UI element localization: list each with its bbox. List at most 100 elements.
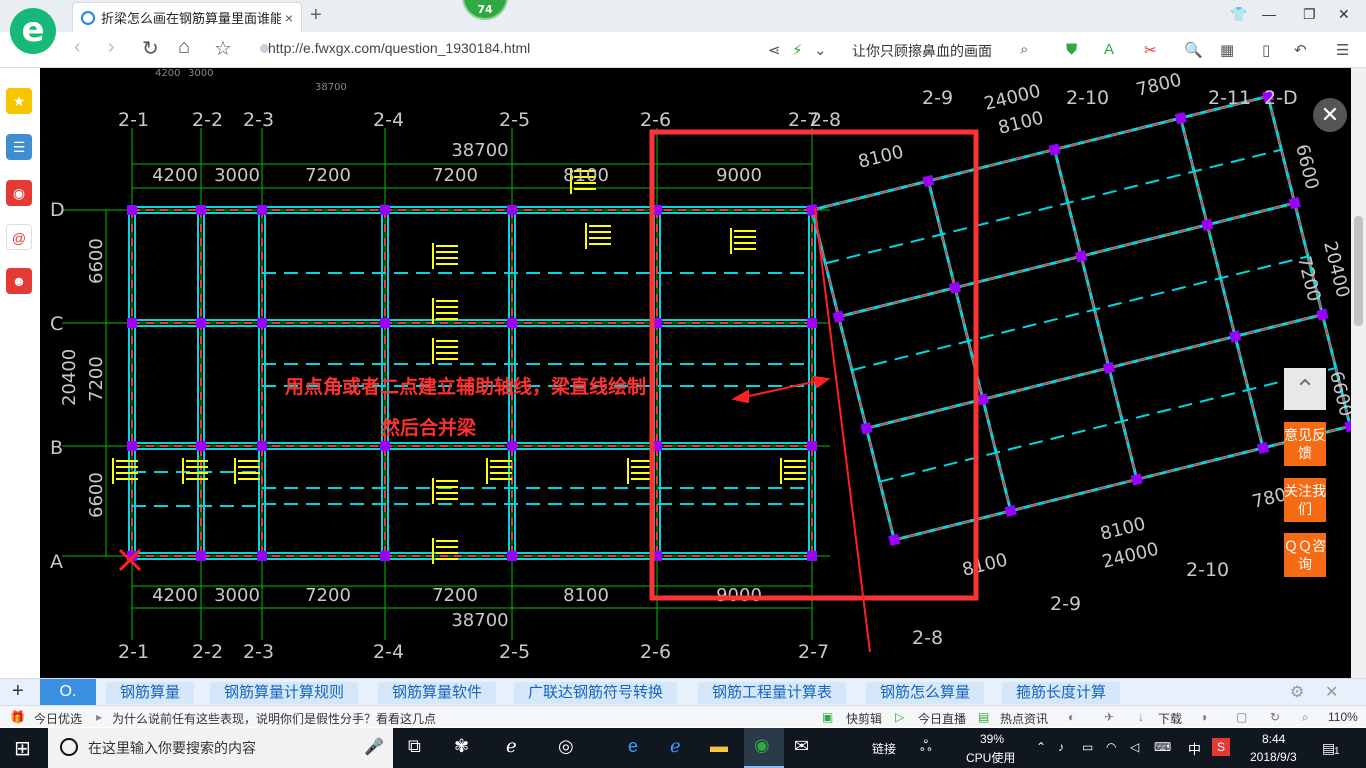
tray-expand-icon[interactable]: ⌃ bbox=[1036, 740, 1046, 754]
volume-icon[interactable]: ◁ bbox=[1130, 740, 1139, 754]
rebar-note bbox=[490, 478, 512, 480]
scroll-thumb[interactable] bbox=[1354, 216, 1363, 326]
page-scrollbar[interactable] bbox=[1351, 68, 1366, 678]
rebar-note bbox=[436, 245, 458, 247]
close-window-icon[interactable]: ✕ bbox=[1338, 6, 1350, 23]
battery-icon[interactable]: ▭ bbox=[1082, 740, 1093, 754]
taskbar-search-box[interactable]: 在这里输入你要搜索的内容 🎤 bbox=[48, 728, 393, 768]
news-item[interactable]: 快剪辑 bbox=[846, 710, 882, 727]
email-icon[interactable]: @ bbox=[6, 224, 32, 250]
favorite-star-icon[interactable]: ☆ bbox=[214, 36, 232, 61]
follow-us-button[interactable]: 关注我们 bbox=[1284, 478, 1326, 522]
add-icon[interactable]: + bbox=[12, 680, 24, 703]
windows-start-icon[interactable]: ⊞ bbox=[14, 736, 31, 761]
active-browser-task[interactable]: ◉ bbox=[744, 728, 784, 768]
edge-icon[interactable]: e bbox=[628, 736, 638, 757]
apps-grid-icon[interactable]: ▦ bbox=[1220, 41, 1234, 59]
tag-link[interactable]: 箍筋长度计算 bbox=[1002, 682, 1121, 704]
column bbox=[1075, 250, 1088, 263]
rebar-note bbox=[432, 243, 434, 269]
tag-link[interactable]: 广联达钢筋符号转换 bbox=[514, 682, 678, 704]
news-brand[interactable]: 今日优选 bbox=[34, 710, 82, 727]
news-item[interactable]: 今日直播 bbox=[918, 710, 966, 727]
clock-date[interactable]: 2018/9/3 bbox=[1250, 750, 1297, 764]
news-item[interactable]: 热点资讯 bbox=[1000, 710, 1048, 727]
restore-icon[interactable]: ❐ bbox=[1303, 6, 1316, 23]
people-icon[interactable]: ஃ bbox=[920, 738, 932, 757]
new-tab-button[interactable]: + bbox=[310, 4, 322, 27]
edge-browser-icon[interactable]: ℯ bbox=[506, 736, 517, 757]
undo-icon[interactable]: ↶ bbox=[1294, 41, 1307, 59]
shield-icon[interactable]: ⛊ bbox=[1066, 41, 1077, 58]
refresh-small-icon[interactable]: ↻ bbox=[1270, 710, 1280, 724]
browser-mini-icon[interactable]: ◑ bbox=[1200, 710, 1207, 724]
game-robot-icon[interactable]: ☻ bbox=[6, 268, 32, 294]
tray-bell-icon[interactable]: ♪ bbox=[1058, 740, 1064, 754]
news-headline[interactable]: 为什么说前任有这些表现，说明你们是假性分手？看看这几点 bbox=[112, 710, 436, 727]
window-icon[interactable]: ▢ bbox=[1236, 710, 1247, 724]
translate-icon[interactable]: A bbox=[1104, 41, 1114, 58]
rebar-note bbox=[436, 352, 458, 354]
clock-time[interactable]: 8:44 bbox=[1262, 732, 1285, 746]
zoom-icon[interactable]: ⌕ bbox=[1302, 710, 1309, 725]
fan-app-icon[interactable]: ✾ bbox=[454, 736, 469, 757]
browser-tab[interactable]: 折梁怎么画在钢筋算量里面谁能 × bbox=[72, 2, 302, 32]
pin-icon[interactable]: ✈ bbox=[1104, 710, 1114, 724]
close-tagbar-icon[interactable]: ✕ bbox=[1325, 682, 1338, 702]
home-icon[interactable]: ⌂ bbox=[178, 36, 190, 59]
tag-link[interactable]: 钢筋算量软件 bbox=[378, 682, 497, 704]
feedback-button[interactable]: 意见反馈 bbox=[1284, 422, 1326, 466]
dimension-bottom: 3000 bbox=[214, 585, 260, 606]
url-field[interactable]: http://e.fwxgx.com/question_1930184.html bbox=[268, 40, 530, 56]
news-item[interactable]: 下载 bbox=[1158, 710, 1182, 727]
wifi-icon[interactable]: ◠ bbox=[1106, 740, 1116, 754]
reading-list-icon[interactable]: ☰ bbox=[6, 134, 32, 160]
360-app-icon[interactable]: ◎ bbox=[558, 736, 574, 757]
tag-link[interactable]: 钢筋工程量计算表 bbox=[698, 682, 847, 704]
settings-gear-icon[interactable]: ⚙ bbox=[1290, 682, 1304, 702]
keyboard-icon[interactable]: ⌨ bbox=[1154, 740, 1171, 754]
back-to-top-icon[interactable]: ⌃ bbox=[1284, 368, 1326, 410]
shirt-icon[interactable]: 👕 bbox=[1230, 6, 1247, 23]
speed-badge[interactable]: 74 bbox=[462, 0, 508, 20]
tag-link[interactable]: 钢筋怎么算量 bbox=[866, 682, 985, 704]
forward-icon[interactable]: › bbox=[108, 36, 115, 59]
back-icon[interactable]: ‹ bbox=[74, 36, 81, 59]
share-icon[interactable]: ⋖ bbox=[768, 41, 781, 59]
magnifier-icon[interactable]: 🔍 bbox=[1184, 41, 1203, 59]
partial-dim: 4200 bbox=[155, 68, 180, 79]
rebar-note bbox=[432, 478, 434, 504]
close-image-icon[interactable]: ✕ bbox=[1313, 98, 1347, 132]
weibo-icon[interactable]: ◉ bbox=[6, 180, 32, 206]
ime-indicator[interactable]: 中 bbox=[1188, 739, 1201, 758]
dimension-right-side: 7200 bbox=[1293, 254, 1324, 304]
history-icon[interactable]: ◐ bbox=[1068, 710, 1075, 724]
tag-link[interactable]: 钢筋算量 bbox=[106, 682, 195, 704]
column bbox=[127, 441, 137, 451]
favorites-star-icon[interactable]: ★ bbox=[6, 88, 32, 114]
refresh-icon[interactable]: ↻ bbox=[142, 36, 159, 61]
expand-icon[interactable]: ▸ bbox=[96, 710, 102, 724]
minimize-icon[interactable]: — bbox=[1262, 6, 1276, 22]
search-suggestion[interactable]: 让你只顾擦鼻血的画面 bbox=[852, 41, 992, 61]
tag-link[interactable]: 钢筋算量计算规则 bbox=[210, 682, 359, 704]
rebar-note bbox=[486, 458, 488, 484]
zoom-level[interactable]: 110% bbox=[1328, 710, 1358, 724]
menu-icon[interactable]: ☰ bbox=[1336, 41, 1349, 59]
sogou-ime-icon[interactable]: S bbox=[1212, 738, 1230, 756]
search-logo-icon[interactable]: O. bbox=[40, 679, 96, 706]
tab-close-icon[interactable]: × bbox=[285, 10, 293, 26]
lightning-icon[interactable]: ⚡ bbox=[792, 41, 803, 59]
search-icon[interactable]: ⌕ bbox=[1020, 41, 1028, 58]
mail-icon[interactable]: ✉ bbox=[794, 736, 809, 757]
task-view-icon[interactable]: ⧉ bbox=[408, 736, 421, 757]
link-label[interactable]: 链接 bbox=[872, 740, 896, 757]
dimension-top: 7200 bbox=[305, 165, 351, 186]
qq-consult-button[interactable]: ＱＱ咨询 bbox=[1284, 533, 1326, 577]
file-explorer-icon[interactable]: ▬ bbox=[710, 736, 728, 757]
dropdown-chevron-icon[interactable]: ⌄ bbox=[814, 41, 827, 59]
microphone-icon[interactable]: 🎤 bbox=[364, 728, 384, 768]
scissors-icon[interactable]: ✂ bbox=[1144, 41, 1157, 59]
ie-icon[interactable]: ℯ bbox=[670, 736, 681, 757]
tablet-icon[interactable]: ▯ bbox=[1262, 41, 1270, 59]
